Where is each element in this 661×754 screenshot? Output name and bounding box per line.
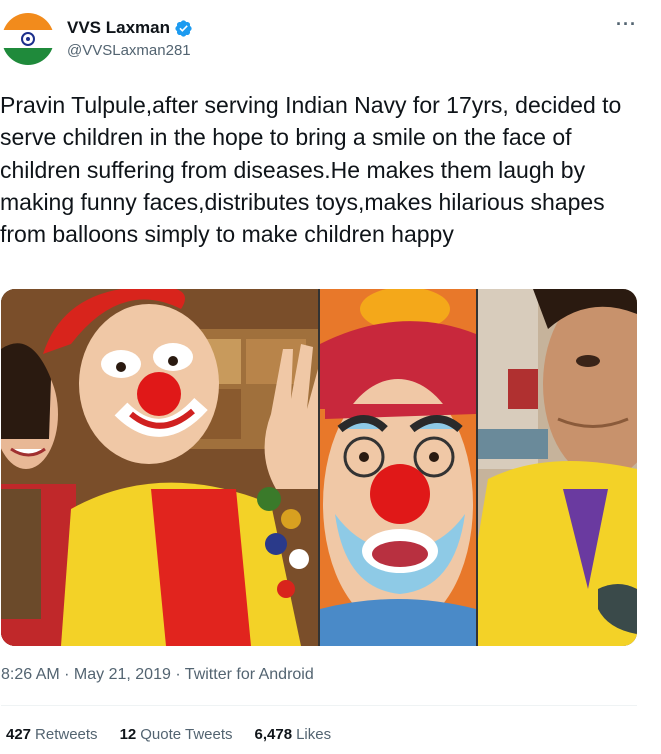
ashoka-chakra-icon (21, 32, 35, 46)
author-handle[interactable]: @VVSLaxman281 (67, 42, 193, 59)
retweets-count: 427 (6, 726, 32, 743)
photo-man-yellow-shirt[interactable] (478, 289, 637, 646)
likes-label: Likes (296, 726, 332, 743)
tweet-media[interactable] (1, 289, 637, 646)
author-name[interactable]: VVS Laxman (67, 18, 170, 38)
quotes-count: 12 (119, 726, 137, 743)
retweets-stat[interactable]: 427 Retweets (6, 726, 98, 743)
user-info: VVS Laxman @VVSLaxman281 (67, 18, 193, 59)
clown-girl-illustration (1, 289, 318, 646)
clown-closeup-illustration (320, 289, 476, 646)
verified-badge-icon (175, 19, 192, 37)
more-horizontal-icon[interactable]: ··· (616, 14, 637, 35)
name-row: VVS Laxman (67, 18, 193, 38)
tweet-timestamp[interactable]: 8:26 AM · May 21, 2019 · Twitter for And… (1, 666, 314, 684)
photo-clown-closeup[interactable] (320, 289, 476, 646)
likes-stat[interactable]: 6,478 Likes (255, 726, 332, 743)
tweet-text: Pravin Tulpule,after serving Indian Navy… (0, 92, 628, 248)
quote-tweets-stat[interactable]: 12 Quote Tweets (120, 726, 233, 743)
likes-count: 6,478 (254, 726, 293, 743)
tweet-stats: 427 Retweets 12 Quote Tweets 6,478 Likes (6, 726, 331, 743)
photo-clown-with-girl[interactable] (1, 289, 318, 646)
flag-green-band (2, 47, 54, 65)
divider (1, 705, 637, 706)
man-yellow-shirt-illustration (478, 289, 637, 646)
retweets-label: Retweets (35, 726, 98, 743)
quotes-label: Quote Tweets (140, 726, 233, 743)
avatar[interactable] (2, 13, 54, 65)
flag-saffron-band (2, 13, 54, 31)
